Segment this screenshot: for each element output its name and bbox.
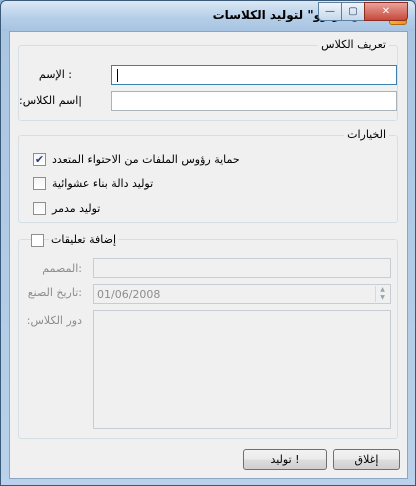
text-caret (117, 69, 118, 82)
include-guard-checkbox[interactable]: ✔ (33, 153, 46, 166)
class-name-label: |اسم الكلاس: (19, 94, 82, 107)
date-spinner[interactable]: ▲ ▼ (375, 286, 389, 302)
destructor-checkbox[interactable] (33, 202, 46, 215)
random-constructor-checkbox[interactable] (33, 177, 46, 190)
date-value: 01/06/2008 (97, 288, 161, 301)
minimize-button[interactable]: — (318, 2, 342, 21)
class-definition-group: تعريف الكلاس : الإسم |اسم الكلاس: (18, 38, 398, 121)
generate-button[interactable]: ! توليد (243, 449, 327, 470)
name-input[interactable] (111, 65, 397, 85)
add-comments-checkbox[interactable] (31, 234, 44, 247)
class-role-textarea[interactable] (93, 310, 391, 429)
comments-group: إضافة تعليقات :المصمم :تاريخ الصنع 01/06… (18, 233, 398, 439)
close-button[interactable]: إغلاق (333, 449, 400, 470)
class-name-input[interactable] (111, 91, 397, 111)
app-window: كلاس "زيرو" لتوليد الكلاسات — ▢ ✕ تعريف … (0, 0, 416, 486)
maximize-button[interactable]: ▢ (341, 2, 365, 21)
spin-down-icon[interactable]: ▼ (376, 294, 389, 302)
date-picker[interactable]: 01/06/2008 ▲ ▼ (93, 284, 391, 304)
options-group: الخيارات ✔ حماية رؤوس الملفات من الاحتوا… (18, 128, 398, 223)
dialog-body: تعريف الكلاس : الإسم |اسم الكلاس: الخيار… (9, 31, 408, 479)
title-bar[interactable]: كلاس "زيرو" لتوليد الكلاسات — ▢ ✕ (1, 1, 415, 31)
check-icon: ✔ (34, 153, 45, 166)
designer-input[interactable] (93, 258, 391, 278)
spin-up-icon[interactable]: ▲ (376, 286, 389, 294)
destructor-label[interactable]: توليد مدمر (52, 202, 100, 215)
class-role-label: دور الكلاس: (26, 314, 82, 327)
random-constructor-label[interactable]: توليد دالة بناء عشوائية (52, 177, 153, 190)
designer-label: :المصمم (42, 262, 82, 275)
add-comments-label[interactable]: إضافة تعليقات (49, 233, 119, 246)
name-label: : الإسم (38, 68, 72, 81)
include-guard-label[interactable]: حماية رؤوس الملفات من الاحتواء المتعدد (52, 153, 240, 166)
class-definition-legend: تعريف الكلاس (318, 38, 389, 51)
close-window-button[interactable]: ✕ (364, 2, 408, 21)
options-legend: الخيارات (344, 128, 389, 141)
date-label: :تاريخ الصنع (27, 286, 82, 299)
